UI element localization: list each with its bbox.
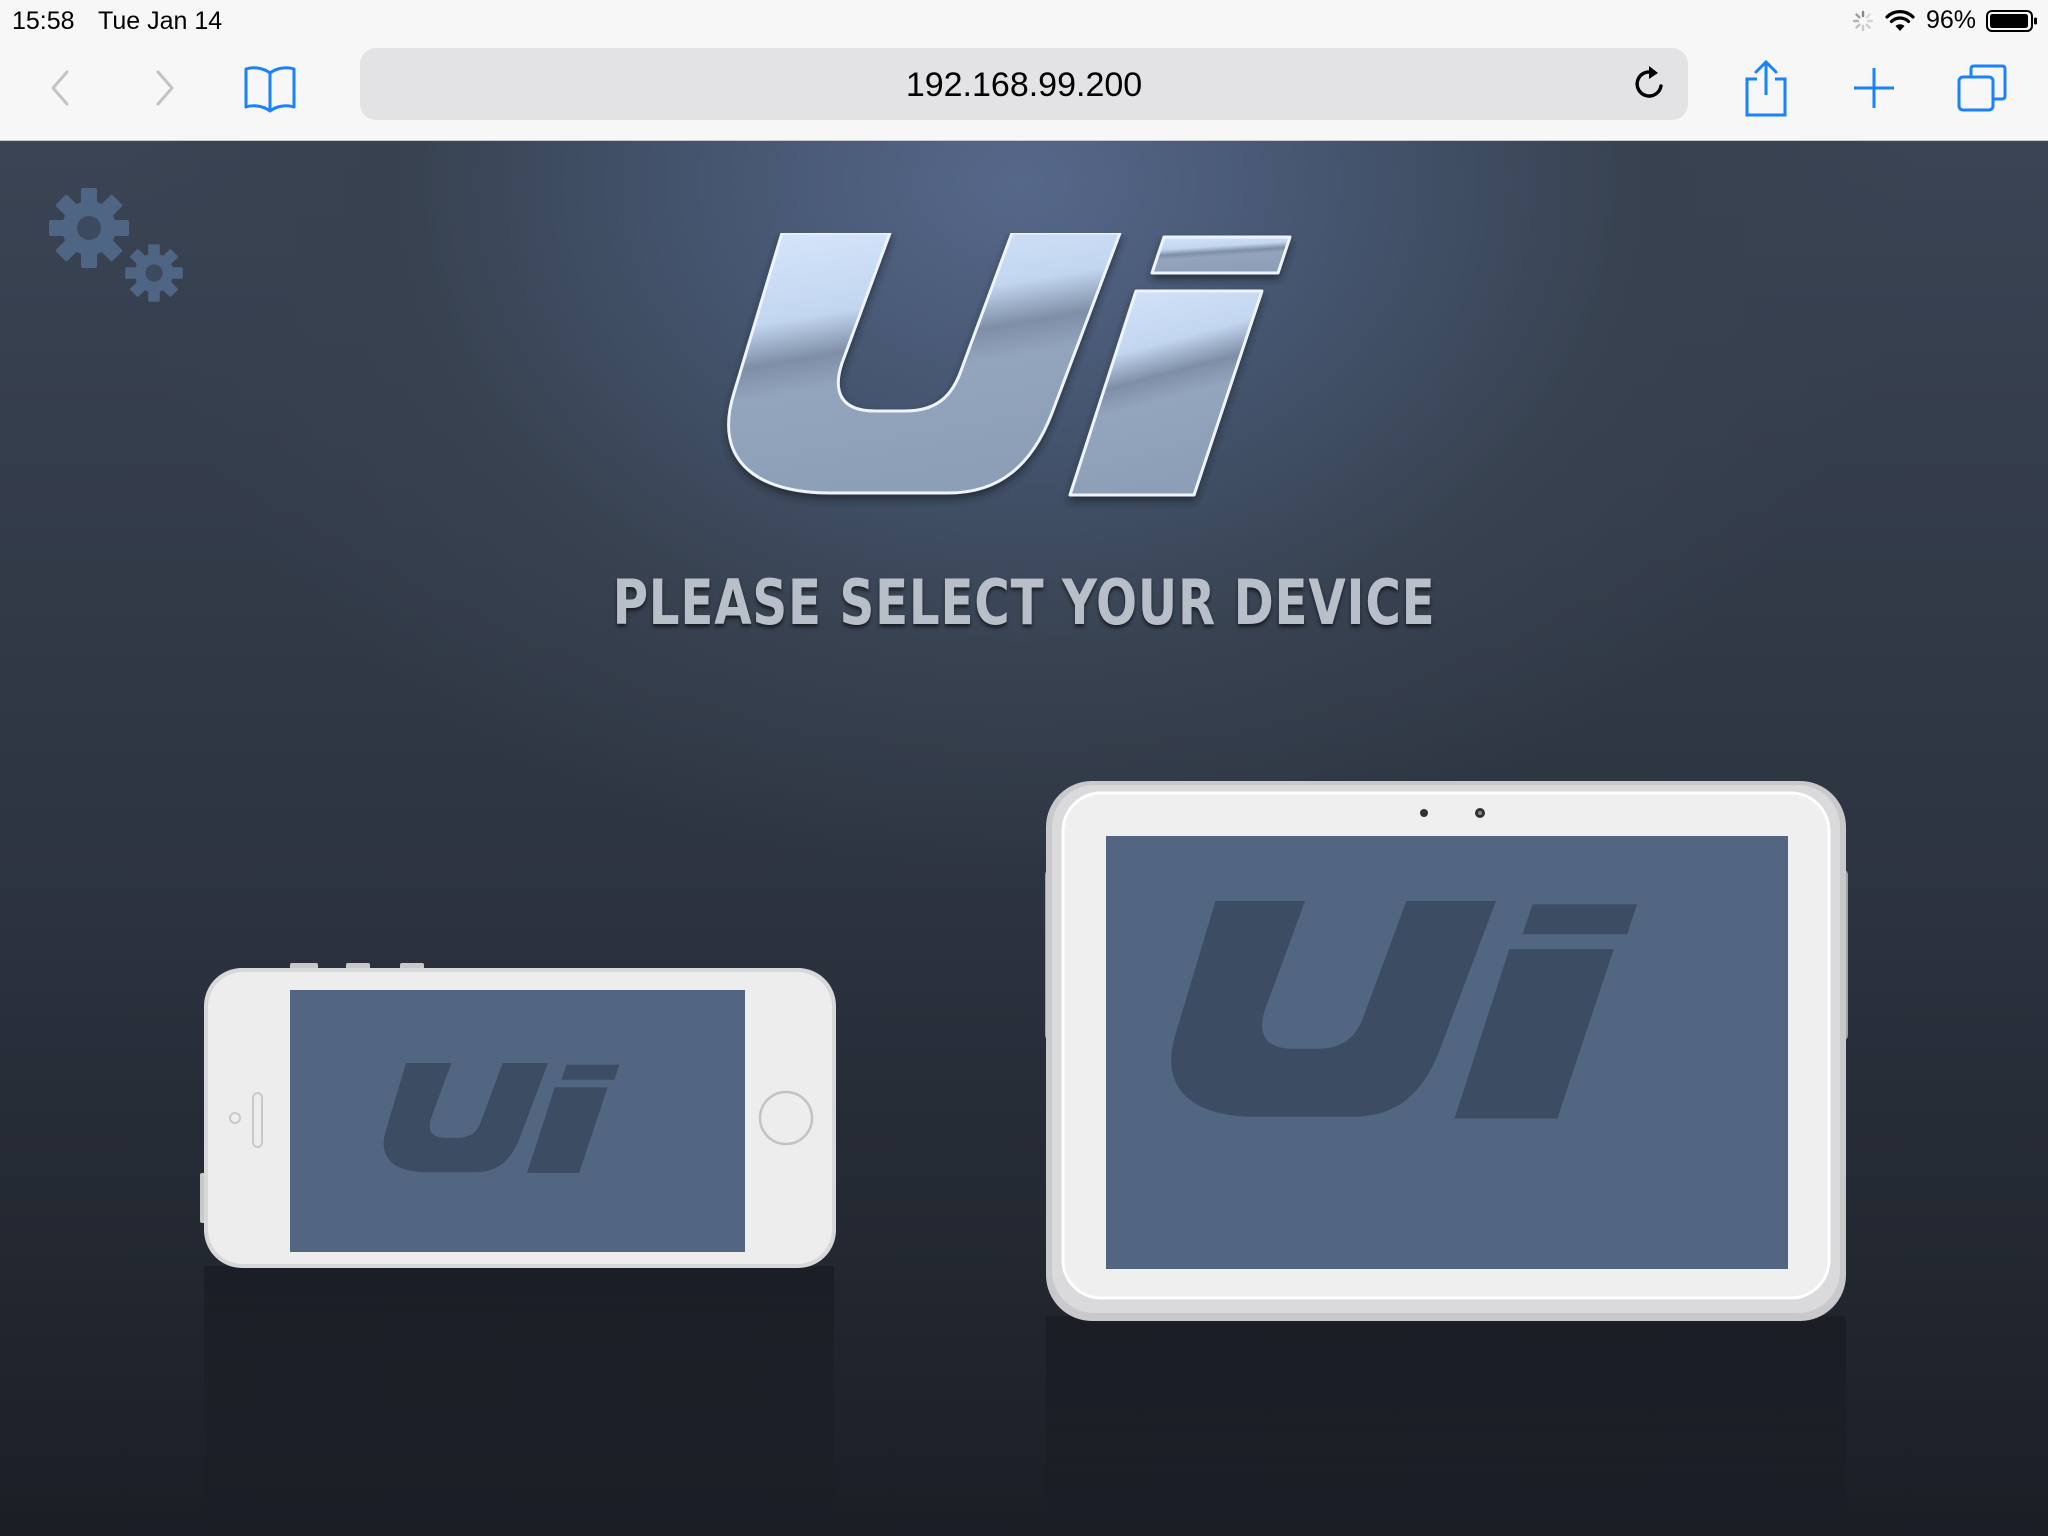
tablet-device-option[interactable]	[1042, 781, 1852, 1321]
settings-gears-icon[interactable]	[36, 176, 196, 316]
bookmarks-button[interactable]	[240, 58, 300, 118]
activity-spinner-icon	[1852, 10, 1874, 31]
forward-button[interactable]	[135, 58, 195, 118]
battery-icon	[1986, 9, 2037, 32]
status-date: Tue Jan 14	[98, 7, 223, 35]
tablet-reflection	[1046, 1316, 1846, 1536]
tabs-icon	[1957, 64, 2007, 112]
share-icon	[1745, 59, 1787, 117]
page-content: PLEASE SELECT YOUR DEVICE	[0, 141, 2048, 1536]
address-bar[interactable]: 192.168.99.200	[360, 48, 1688, 120]
battery-percent: 96%	[1925, 6, 1976, 34]
share-button[interactable]	[1736, 58, 1796, 118]
phone-device-option[interactable]	[200, 963, 840, 1273]
back-button[interactable]	[30, 58, 90, 118]
status-bar: 15:58 Tue Jan 14 96%	[0, 0, 2048, 42]
tabs-button[interactable]	[1952, 58, 2012, 118]
ui-logo	[727, 233, 1292, 497]
chevron-right-icon	[156, 70, 174, 106]
plus-icon	[1854, 68, 1894, 108]
wifi-icon	[1885, 9, 1915, 31]
new-tab-button[interactable]	[1844, 58, 1904, 118]
select-device-heading: PLEASE SELECT YOUR DEVICE	[612, 566, 1436, 639]
browser-toolbar: 192.168.99.200	[0, 42, 2048, 141]
reload-icon[interactable]	[1628, 62, 1672, 106]
phone-reflection	[204, 1266, 834, 1536]
url-text[interactable]: 192.168.99.200	[360, 66, 1688, 105]
book-icon	[244, 66, 296, 113]
status-time: 15:58	[12, 7, 75, 35]
chevron-left-icon	[51, 70, 69, 106]
